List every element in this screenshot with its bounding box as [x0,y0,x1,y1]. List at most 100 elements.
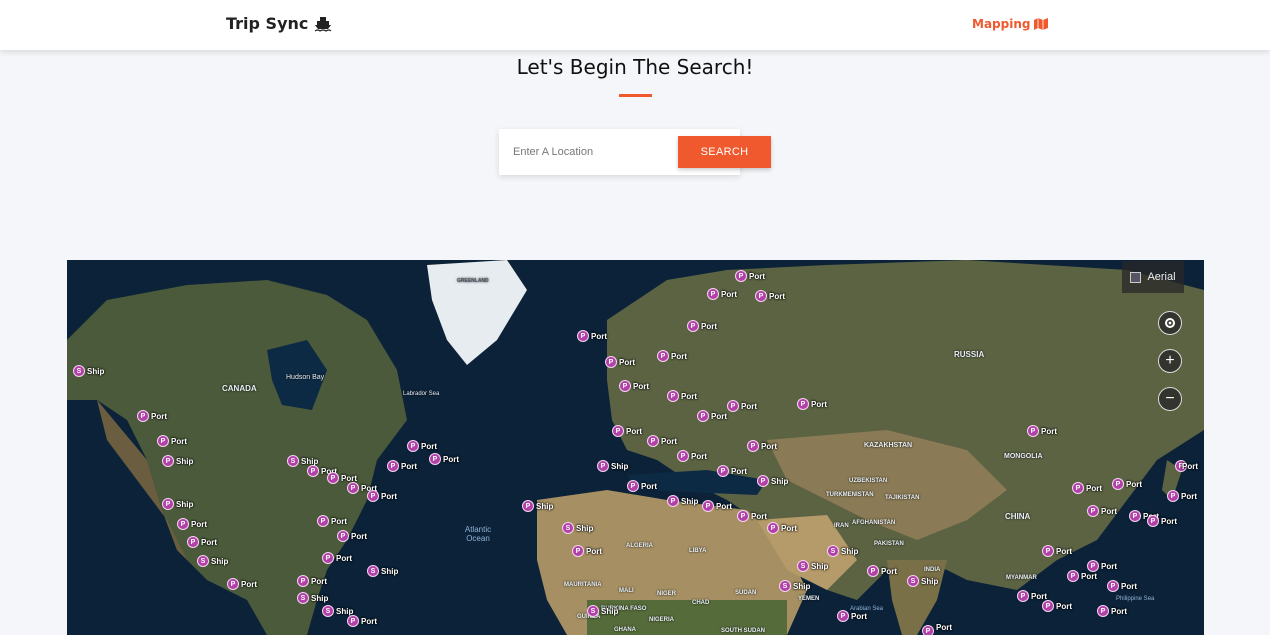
map-marker[interactable]: P [612,425,624,437]
map-marker[interactable]: P [347,615,359,627]
map-marker[interactable]: P [429,453,441,465]
map-marker[interactable]: P [367,490,379,502]
map-marker[interactable]: P [867,565,879,577]
map-marker[interactable]: S [73,365,85,377]
brand-link[interactable]: Trip Sync [226,14,332,33]
map-marker[interactable]: P [667,390,679,402]
map-style-button[interactable]: Aerial [1122,261,1184,293]
nav-link-mapping[interactable]: Mapping [972,17,1049,31]
map-marker[interactable]: P [162,455,174,467]
map-marker[interactable]: S [322,605,334,617]
map-marker[interactable]: P [1167,490,1179,502]
locate-me-button[interactable] [1158,311,1182,335]
map-marker[interactable]: P [1027,425,1039,437]
map-marker[interactable]: P [1017,590,1029,602]
map-label-tajikistan: TAJIKISTAN [885,495,920,501]
map-marker[interactable]: P [657,350,669,362]
map-label-south-sudan: SOUTH SUDAN [721,628,766,634]
zoom-in-button[interactable]: + [1158,349,1182,373]
map-marker[interactable]: P [327,472,339,484]
map-marker[interactable]: P [177,518,189,530]
map-marker[interactable]: P [157,435,169,447]
map-marker[interactable]: P [1042,600,1054,612]
location-search-input[interactable] [511,140,675,164]
map-label-yemen: YEMEN [798,596,820,602]
map-marker[interactable]: P [162,498,174,510]
map-marker[interactable]: P [735,270,747,282]
map-marker-label: Port [1086,484,1102,493]
map-marker[interactable]: P [727,400,739,412]
map-marker[interactable]: P [717,465,729,477]
map-marker[interactable]: P [322,552,334,564]
map-marker[interactable]: P [227,578,239,590]
map-marker-label: Port [633,382,649,391]
map-marker[interactable]: P [337,530,349,542]
zoom-out-button[interactable]: − [1158,387,1182,411]
map-marker[interactable]: S [287,455,299,467]
map-marker[interactable]: P [307,465,319,477]
map-marker[interactable]: P [767,522,779,534]
map-marker[interactable]: S [797,560,809,572]
map-marker[interactable]: P [747,440,759,452]
map-marker[interactable]: P [1112,478,1124,490]
map-marker[interactable]: P [1129,510,1141,522]
map-marker[interactable]: P [1087,505,1099,517]
map-marker[interactable]: P [1147,515,1159,527]
map-marker-label: Port [1182,462,1198,471]
map-marker[interactable]: P [757,475,769,487]
map-marker[interactable]: P [597,460,609,472]
map-marker[interactable]: P [667,495,679,507]
map-marker[interactable]: P [697,410,709,422]
map-marker[interactable]: P [605,356,617,368]
map-marker[interactable]: P [837,610,849,622]
map-marker-label: Port [1101,507,1117,516]
map-marker[interactable]: P [522,500,534,512]
map-marker[interactable]: P [647,435,659,447]
map-marker[interactable]: S [827,545,839,557]
map-marker[interactable]: P [347,482,359,494]
map-label-uzbekistan: UZBEKISTAN [849,478,888,484]
map-marker[interactable]: P [619,380,631,392]
map-marker[interactable]: S [297,592,309,604]
map-marker[interactable]: P [922,625,934,635]
map-marker-label: Port [851,612,867,621]
map-marker[interactable]: P [1107,580,1119,592]
map-view[interactable]: CANADA Hudson Bay Labrador Sea RUSSIA KA… [67,260,1204,635]
map-marker[interactable]: P [1097,605,1109,617]
map-marker[interactable]: P [797,398,809,410]
map-marker[interactable]: P [137,410,149,422]
map-marker[interactable]: P [707,288,719,300]
map-marker[interactable]: S [562,522,574,534]
search-button[interactable]: SEARCH [678,136,771,168]
map-marker[interactable]: S [907,575,919,587]
map-marker[interactable]: P [627,480,639,492]
map-marker[interactable]: P [572,545,584,557]
map-marker-label: Ship [601,607,619,616]
map-marker[interactable]: S [197,555,209,567]
map-marker[interactable]: P [677,450,689,462]
map-marker[interactable]: P [755,290,767,302]
map-label-myanmar: MYANMAR [1006,575,1037,581]
map-marker[interactable]: P [407,440,419,452]
map-marker[interactable]: P [387,460,399,472]
map-marker[interactable]: S [587,605,599,617]
page-heading: Let's Begin The Search! [516,55,754,79]
map-marker[interactable]: P [1087,560,1099,572]
map-marker[interactable]: S [779,580,791,592]
map-marker-label: Port [443,455,459,464]
map-marker-label: Port [311,577,327,586]
map-marker[interactable]: S [367,565,379,577]
map-marker[interactable]: P [187,536,199,548]
map-marker[interactable]: P [737,510,749,522]
map-marker[interactable]: P [702,500,714,512]
map-marker[interactable]: P [297,575,309,587]
map-marker-label: Port [1041,427,1057,436]
map-marker-label: Port [1126,480,1142,489]
map-marker[interactable]: P [317,515,329,527]
map-marker[interactable]: P [1067,570,1079,582]
map-marker[interactable]: P [577,330,589,342]
map-marker[interactable]: P [1042,545,1054,557]
map-label-mali: MALI [619,588,634,594]
map-marker[interactable]: P [1072,482,1084,494]
map-marker[interactable]: P [687,320,699,332]
